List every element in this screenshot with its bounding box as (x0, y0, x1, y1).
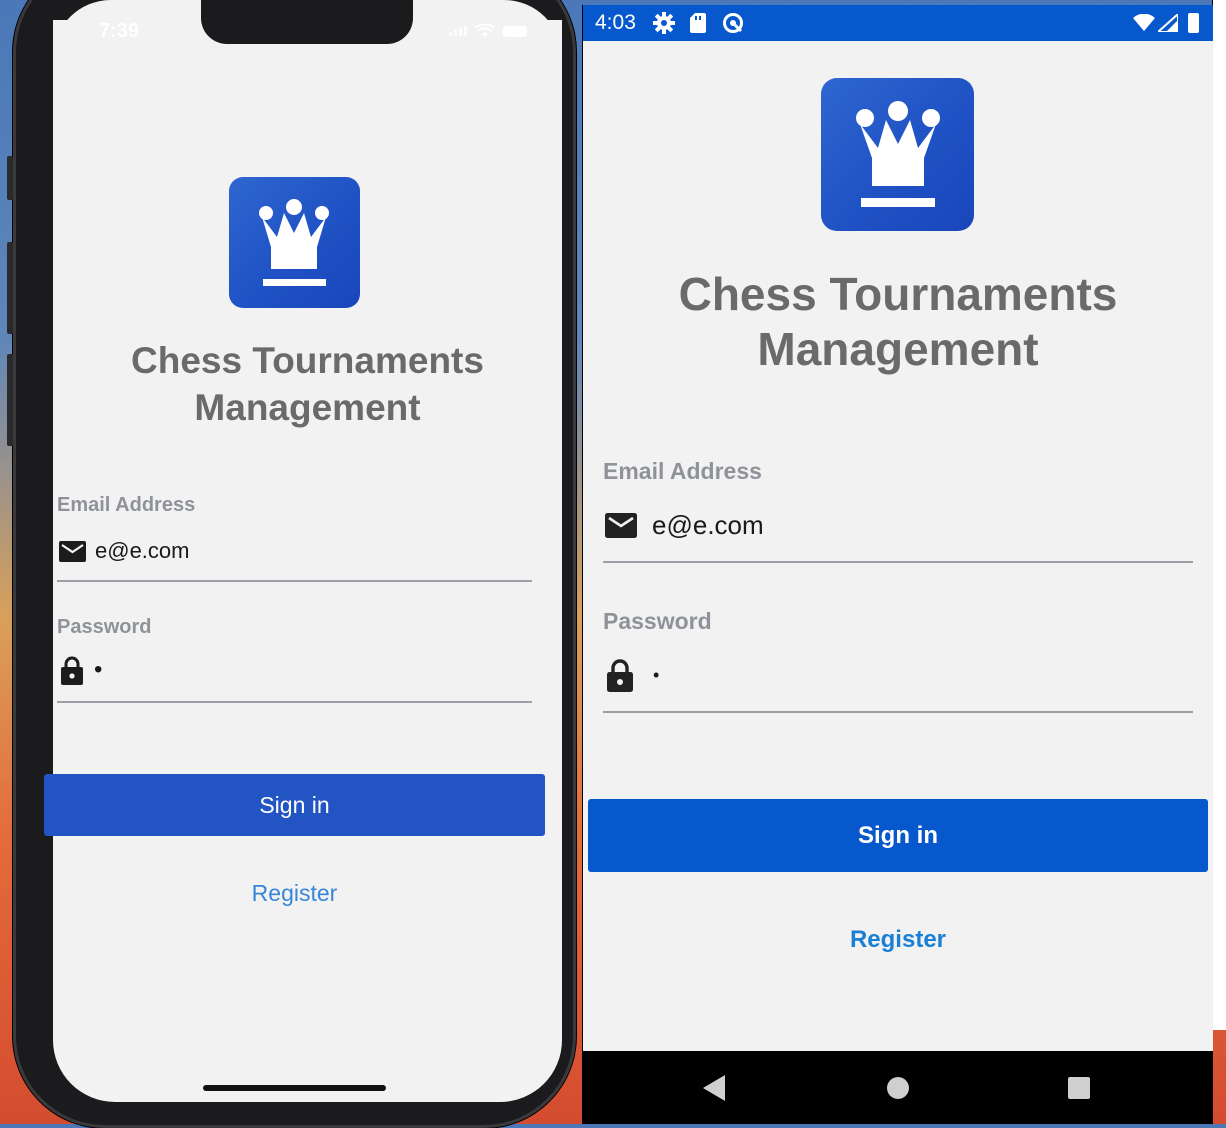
app-title-line2: Management (194, 387, 421, 428)
cellular-icon (449, 26, 467, 36)
wifi-icon (475, 24, 495, 37)
ios-simulator: 7:39 Chess Tournaments Management Email … (13, 0, 576, 1124)
battery-icon (503, 25, 527, 37)
password-field[interactable]: • (607, 657, 1195, 693)
mail-icon (605, 512, 637, 538)
sync-icon (723, 13, 743, 33)
back-icon[interactable] (703, 1075, 725, 1101)
crown-logo-icon (821, 78, 974, 231)
email-input[interactable]: e@e.com (95, 538, 189, 564)
wifi-icon (1133, 14, 1155, 31)
email-input[interactable]: e@e.com (652, 510, 764, 541)
window-edge (1212, 0, 1226, 1030)
sign-in-button[interactable]: Sign in (588, 799, 1208, 872)
password-label: Password (57, 616, 152, 638)
email-underline (57, 580, 532, 582)
register-link[interactable]: Register (583, 926, 1213, 954)
password-input[interactable]: • (94, 656, 102, 684)
android-status-bar: 4:03 (583, 5, 1213, 41)
signal-icon (1158, 14, 1178, 32)
email-field[interactable]: e@e.com (59, 536, 534, 566)
home-icon[interactable] (886, 1076, 910, 1100)
email-label: Email Address (57, 494, 196, 516)
password-underline (603, 711, 1193, 713)
app-title: Chess Tournaments Management (583, 267, 1213, 377)
sd-card-icon (690, 13, 706, 33)
ios-home-indicator[interactable] (203, 1085, 386, 1091)
lock-icon (61, 656, 83, 685)
app-title-line2: Management (757, 323, 1039, 375)
mail-icon (59, 540, 86, 562)
email-label: Email Address (603, 458, 762, 484)
password-input[interactable]: • (653, 665, 659, 686)
email-field[interactable]: e@e.com (605, 508, 1193, 542)
ios-notch (201, 0, 413, 44)
password-underline (57, 701, 532, 703)
android-nav-bar (583, 1051, 1213, 1124)
password-label: Password (603, 608, 712, 634)
settings-icon (653, 12, 675, 34)
password-field[interactable]: • (61, 654, 536, 686)
sign-in-button[interactable]: Sign in (44, 774, 545, 836)
email-underline (603, 561, 1193, 563)
app-title-line1: Chess Tournaments (131, 340, 484, 381)
recents-icon[interactable] (1068, 1077, 1090, 1099)
ios-status-time: 7:39 (99, 20, 140, 42)
android-emulator: 4:03 Chess Tournaments Management Email … (582, 5, 1213, 1124)
android-status-time: 4:03 (595, 11, 636, 34)
app-title-line1: Chess Tournaments (678, 268, 1118, 320)
ios-status-icons (449, 24, 527, 38)
app-title: Chess Tournaments Management (53, 337, 562, 431)
register-link[interactable]: Register (53, 880, 536, 907)
lock-icon (607, 659, 633, 692)
battery-icon (1188, 13, 1199, 33)
crown-logo-icon (229, 177, 360, 308)
